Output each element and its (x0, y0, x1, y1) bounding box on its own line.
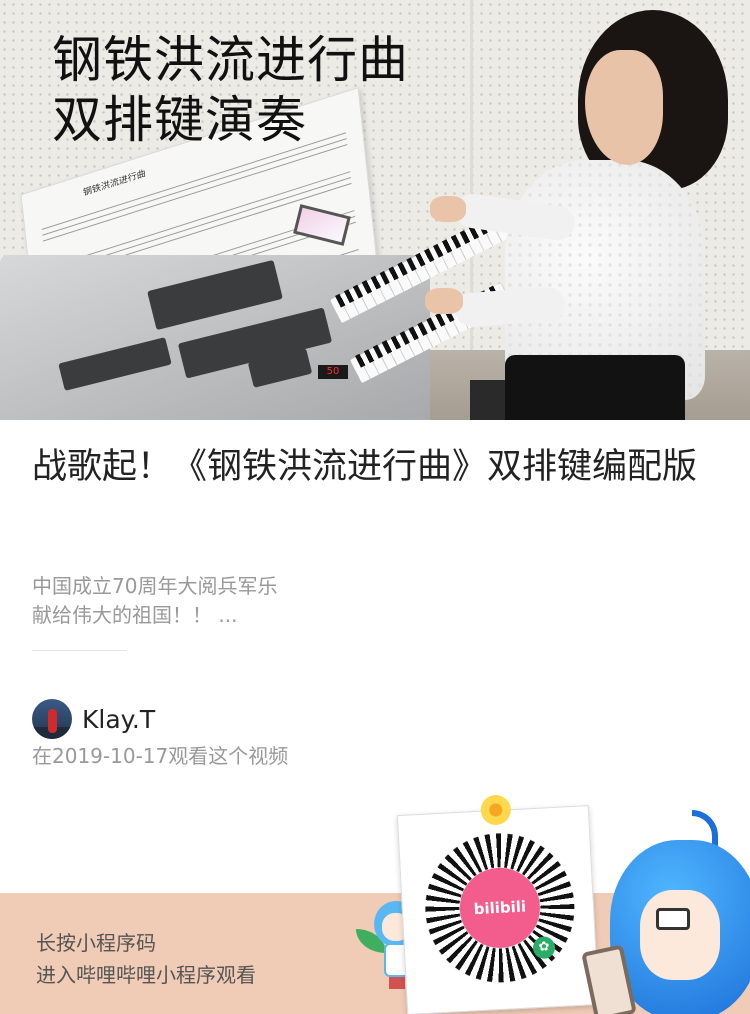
instruction-line: 进入哔哩哔哩小程序观看 (36, 963, 256, 987)
player-hand-left (425, 288, 463, 314)
author-row[interactable]: Klay.T (32, 698, 155, 740)
mini-program-instructions: 长按小程序码 进入哔哩哔哩小程序观看 (36, 927, 256, 991)
cover-overlay-title: 钢铁洪流进行曲 双排键演奏 (52, 30, 409, 150)
video-cover-image[interactable]: 钢铁洪流进行曲 50 钢铁洪流进行曲 双排键演奏 (0, 0, 750, 420)
section-divider (32, 650, 127, 651)
organ-led-display: 50 (318, 365, 348, 379)
summary-line: 中国成立70周年大阅兵军乐 (32, 574, 278, 598)
cover-overlay-title-line: 双排键演奏 (52, 91, 307, 149)
instruction-line: 长按小程序码 (36, 931, 156, 955)
mascot-large-illustration (581, 810, 750, 1014)
video-title[interactable]: 战歌起！《钢铁洪流进行曲》双排键编配版 (32, 440, 722, 494)
video-summary: 中国成立70周年大阅兵军乐 献给伟大的祖国！！ ... (32, 572, 532, 630)
sheet-music-title: 钢铁洪流进行曲 (82, 168, 147, 199)
avatar[interactable] (32, 699, 72, 739)
player-hand-right (430, 196, 466, 222)
flower-sticker-icon (479, 794, 512, 826)
player-skirt (505, 355, 685, 420)
cover-overlay-title-line: 钢铁洪流进行曲 (52, 31, 409, 89)
author-name[interactable]: Klay.T (82, 705, 155, 734)
mini-program-code-card[interactable]: bilibili ✿ (396, 794, 600, 1014)
watch-date-note: 在2019-10-17观看这个视频 (32, 744, 289, 768)
summary-line: 献给伟大的祖国！！ ... (32, 603, 238, 627)
